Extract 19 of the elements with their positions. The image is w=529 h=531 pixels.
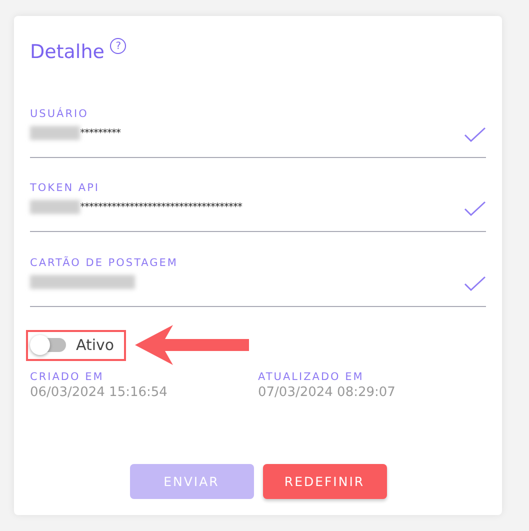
input-field[interactable]: CARTÃO DE POSTAGEM: [30, 251, 486, 307]
redaction-blur: [30, 126, 80, 140]
active-toggle[interactable]: Ativo: [26, 330, 126, 360]
date-value: 07/03/2024 08:29:07: [258, 385, 396, 400]
card-title: Detalhe: [30, 40, 104, 63]
field-value: ************************************: [80, 202, 242, 212]
input-field[interactable]: USUÁRIO *********: [30, 102, 486, 158]
input-field[interactable]: TOKEN API ************************************: [30, 176, 486, 232]
arrow-icon: [135, 325, 251, 365]
date-value: 06/03/2024 15:16:54: [30, 385, 168, 400]
redaction-blur: [30, 200, 80, 214]
reset-button[interactable]: REDEFINIR: [262, 464, 386, 499]
date-label: ATUALIZADO EM: [258, 371, 365, 383]
date-label: CRIADO EM: [30, 371, 105, 383]
help-icon[interactable]: ?: [110, 38, 126, 54]
field-label: USUÁRIO: [30, 108, 90, 120]
field-value: *********: [80, 128, 120, 138]
field-label: TOKEN API: [30, 182, 101, 194]
field-label: CARTÃO DE POSTAGEM: [30, 257, 179, 269]
